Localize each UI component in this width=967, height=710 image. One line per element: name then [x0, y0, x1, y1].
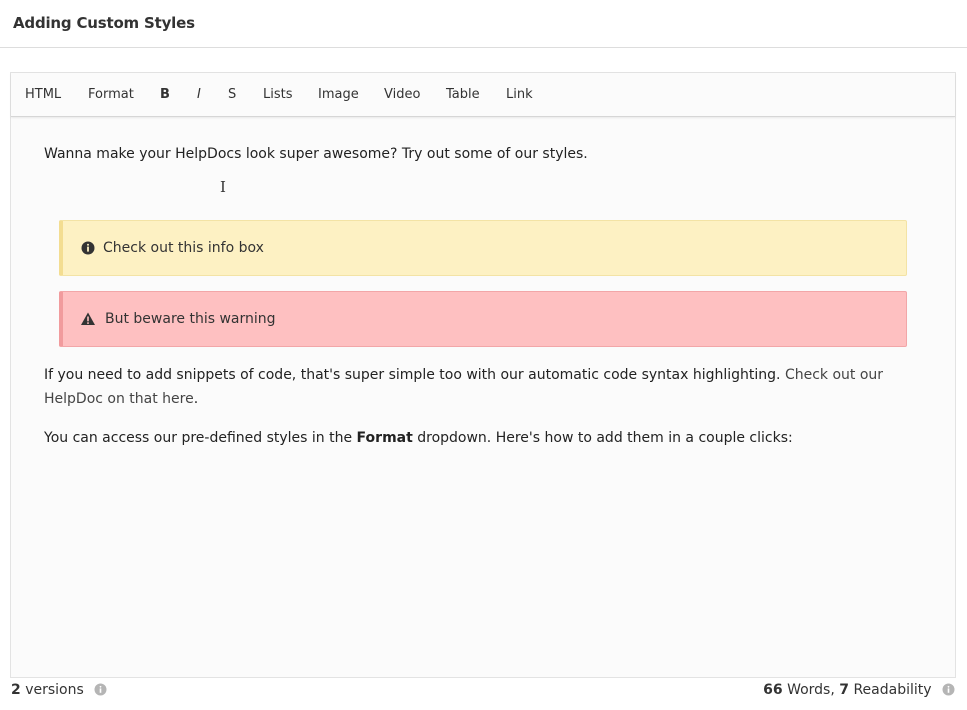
word-count: 66 [763, 682, 783, 698]
editor-content[interactable]: Wanna make your HelpDocs look super awes… [11, 118, 955, 678]
word-count-indicator: 66 Words, 7 Readability [763, 682, 955, 698]
editor: HTML Format B I S Lists Image Video Tabl… [10, 72, 956, 678]
status-footer: 2 versions 66 Words, 7 Readability [0, 678, 967, 710]
toolbar-table-button[interactable]: Table [446, 87, 480, 102]
toolbar-video-button[interactable]: Video [384, 87, 420, 102]
info-box: Check out this info box [59, 220, 907, 276]
title-bar: Adding Custom Styles [0, 0, 967, 48]
versions-indicator[interactable]: 2 versions [11, 682, 107, 698]
info-circle-icon [81, 241, 95, 255]
warning-box-text: But beware this warning [105, 311, 276, 327]
versions-info-icon[interactable] [94, 683, 107, 696]
code-paragraph: If you need to add snippets of code, tha… [44, 363, 924, 411]
page-title: Adding Custom Styles [13, 14, 195, 32]
toolbar-bold-button[interactable]: B [160, 87, 170, 102]
format-paragraph: You can access our pre-defined styles in… [44, 426, 924, 450]
info-box-text: Check out this info box [103, 240, 264, 256]
format-paragraph-prefix: You can access our pre-defined styles in… [44, 430, 357, 446]
toolbar-link-button[interactable]: Link [506, 87, 533, 102]
readability-label: Readability [853, 682, 932, 698]
word-count-label: Words, [787, 682, 835, 698]
warning-box: But beware this warning [59, 291, 907, 347]
toolbar-html-button[interactable]: HTML [25, 87, 61, 102]
code-paragraph-text: If you need to add snippets of code, tha… [44, 367, 781, 383]
readability-info-icon[interactable] [942, 683, 955, 696]
toolbar-format-button[interactable]: Format [88, 87, 134, 102]
readability-count: 7 [839, 682, 849, 698]
versions-count: 2 [11, 682, 21, 698]
toolbar-strikethrough-button[interactable]: S [228, 87, 236, 102]
toolbar-italic-button[interactable]: I [197, 87, 201, 102]
toolbar-lists-button[interactable]: Lists [263, 87, 293, 102]
text-cursor-icon: I [220, 178, 226, 196]
warning-triangle-icon [81, 312, 95, 325]
format-paragraph-suffix: dropdown. Here's how to add them in a co… [412, 430, 793, 446]
code-paragraph-suffix: . [193, 391, 199, 407]
toolbar-image-button[interactable]: Image [318, 87, 359, 102]
format-paragraph-bold: Format [356, 430, 413, 446]
versions-label: versions [25, 682, 84, 698]
editor-toolbar: HTML Format B I S Lists Image Video Tabl… [11, 73, 955, 117]
intro-paragraph: Wanna make your HelpDocs look super awes… [44, 146, 588, 162]
